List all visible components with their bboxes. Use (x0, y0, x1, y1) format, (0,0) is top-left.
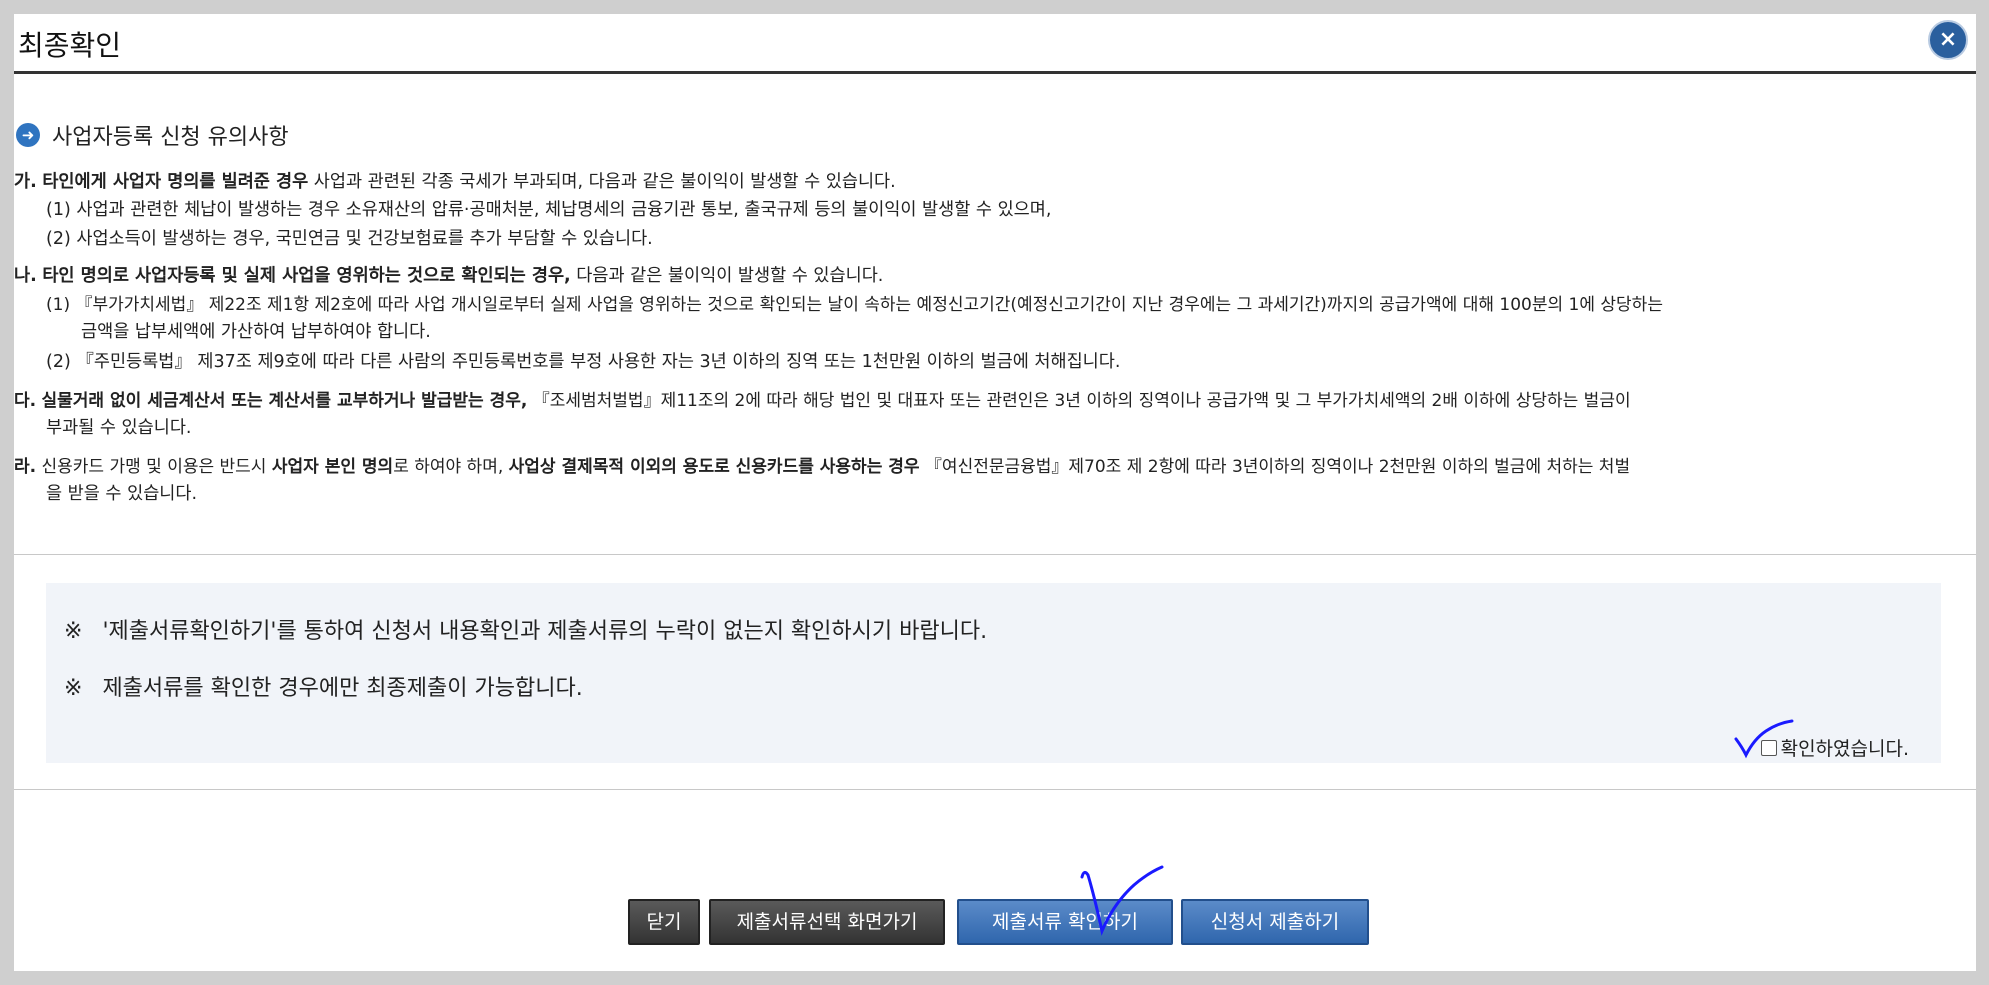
notice-label: 다. (14, 391, 37, 411)
notice-emphasis: 타인에게 사업자 명의를 빌려준 경우 (42, 172, 309, 192)
final-confirm-dialog: 최종확인 × ➜ 사업자등록 신청 유의사항 가. 타인에게 사업자 명의를 빌… (14, 14, 1976, 971)
confirm-checkbox-row[interactable]: 확인하였습니다. (1760, 734, 1909, 761)
close-button[interactable]: 닫기 (628, 899, 700, 945)
notice-label: 라. (14, 457, 37, 477)
reference-text: '제출서류확인하기'를 통하여 신청서 내용확인과 제출서류의 누락이 없는지 … (102, 619, 988, 644)
reference-line-1: ※ '제출서류확인하기'를 통하여 신청서 내용확인과 제출서류의 누락이 없는지… (64, 613, 987, 645)
reference-box: ※ '제출서류확인하기'를 통하여 신청서 내용확인과 제출서류의 누락이 없는지… (14, 554, 1976, 790)
confirm-checkbox[interactable] (1760, 739, 1777, 756)
notice-text: 로 하여야 하며, (393, 457, 509, 477)
notice-emphasis: 실물거래 없이 세금계산서 또는 계산서를 교부하거나 발급받는 경우, (41, 391, 528, 411)
notice-sub-item: (2) 『주민등록법』 제37조 제9호에 따라 다른 사람의 주민등록번호를 … (46, 352, 1121, 372)
notice-item-da: 다. 실물거래 없이 세금계산서 또는 계산서를 교부하거나 발급받는 경우, … (14, 386, 1631, 411)
notice-sub-item: (1) 사업과 관련한 체납이 발생하는 경우 소유재산의 압류·공매처분, 체… (46, 200, 1052, 220)
handwritten-check-icon (1080, 865, 1164, 936)
section-title: 사업자등록 신청 유의사항 (52, 125, 289, 150)
reference-mark: ※ (64, 619, 83, 644)
reference-inner: ※ '제출서류확인하기'를 통하여 신청서 내용확인과 제출서류의 누락이 없는지… (46, 583, 1941, 763)
submit-application-button[interactable]: 신청서 제출하기 (1181, 899, 1369, 945)
notice-text: 사업과 관련된 각종 국세가 부과되며, 다음과 같은 불이익이 발생할 수 있… (308, 172, 896, 192)
section-header: ➜ 사업자등록 신청 유의사항 (16, 120, 289, 150)
notice-text: 신용카드 가맹 및 이용은 반드시 (36, 457, 272, 477)
notice-item-cont: 부과될 수 있습니다. (46, 418, 192, 438)
close-icon[interactable]: × (1928, 20, 1968, 60)
notice-text: 『조세범처벌법』제11조의 2에 따라 해당 법인 및 대표자 또는 관련인은 … (527, 391, 1631, 411)
reference-mark: ※ (64, 676, 83, 701)
notice-label: 나. (14, 266, 37, 286)
notice-emphasis: 타인 명의로 사업자등록 및 실제 사업을 영위하는 것으로 확인되는 경우, (42, 266, 571, 286)
goto-select-docs-button[interactable]: 제출서류선택 화면가기 (709, 899, 945, 945)
notice-item-na: 나. 타인 명의로 사업자등록 및 실제 사업을 영위하는 것으로 확인되는 경… (14, 262, 883, 287)
notice-text: 다음과 같은 불이익이 발생할 수 있습니다. (570, 266, 884, 286)
notice-label: 가. (14, 172, 37, 192)
dialog-title-bar: 최종확인 × (14, 14, 1976, 74)
notice-item-ga: 가. 타인에게 사업자 명의를 빌려준 경우 사업과 관련된 각종 국세가 부과… (14, 168, 896, 193)
arrow-right-icon: ➜ (16, 123, 40, 147)
notice-emphasis: 사업상 결제목적 이외의 용도로 신용카드를 사용하는 경우 (508, 457, 920, 477)
notice-item-cont: 을 받을 수 있습니다. (46, 484, 198, 504)
notice-sub-item: (1) 『부가가치세법』 제22조 제1항 제2호에 따라 사업 개시일로부터 … (46, 295, 1663, 315)
notice-sub-item: (2) 사업소득이 발생하는 경우, 국민연금 및 건강보험료를 추가 부담할 … (46, 229, 653, 249)
notice-sub-item-cont: 금액을 납부세액에 가산하여 납부하여야 합니다. (81, 322, 431, 342)
dialog-title: 최종확인 (18, 29, 122, 62)
reference-text: 제출서류를 확인한 경우에만 최종제출이 가능합니다. (102, 676, 583, 701)
reference-line-2: ※ 제출서류를 확인한 경우에만 최종제출이 가능합니다. (64, 670, 583, 702)
notice-emphasis: 사업자 본인 명의 (271, 457, 394, 477)
confirm-label: 확인하였습니다. (1780, 738, 1909, 760)
notice-text: 『여신전문금융법』제70조 제 2항에 따라 3년이하의 징역이나 2천만원 이… (919, 457, 1631, 477)
notice-item-ra: 라. 신용카드 가맹 및 이용은 반드시 사업자 본인 명의로 하여야 하며, … (14, 452, 1630, 477)
